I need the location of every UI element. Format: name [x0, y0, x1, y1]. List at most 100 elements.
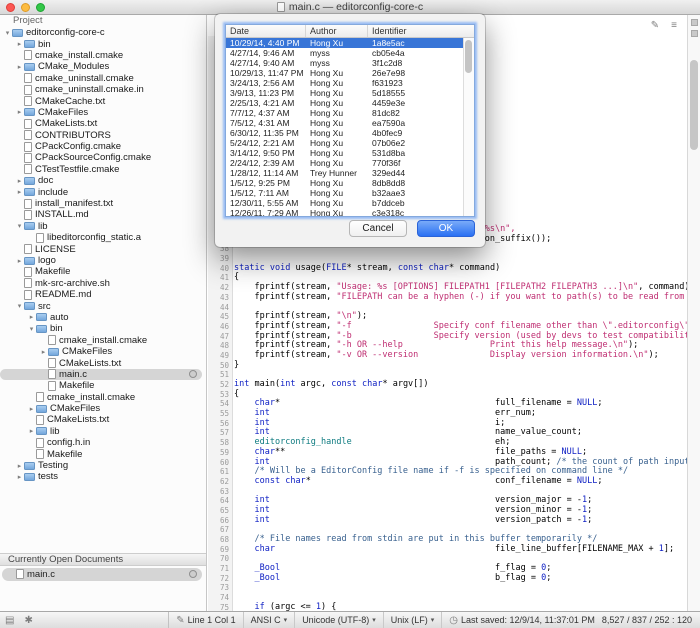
chevron-right-icon[interactable]: ▸	[15, 473, 24, 481]
chevron-down-icon[interactable]: ▾	[15, 302, 24, 310]
revision-row[interactable]: 3/9/13, 11:23 PMHong Xu5d18555	[226, 88, 463, 98]
tree-item-CMake_Modules[interactable]: ▸CMake_Modules	[0, 61, 206, 72]
tree-item-CMakeLists.txt[interactable]: CMakeLists.txt	[0, 357, 206, 368]
tree-item-CMakeFiles[interactable]: ▸CMakeFiles	[0, 107, 206, 118]
code-line[interactable]: _Bool b_flag = 0;	[234, 574, 687, 584]
tree-item-cmake_install.cmake[interactable]: cmake_install.cmake	[0, 50, 206, 61]
tree-item-cmake_uninstall.cmake.in[interactable]: cmake_uninstall.cmake.in	[0, 84, 206, 95]
tree-item-cmake_install.cmake[interactable]: cmake_install.cmake	[0, 335, 206, 346]
tree-item-auto[interactable]: ▸auto	[0, 312, 206, 323]
line-ending-popup[interactable]: Unix (LF) ▾	[384, 612, 443, 628]
revision-row[interactable]: 3/24/13, 2:56 AMHong Xuf631923	[226, 78, 463, 88]
code-line[interactable]	[234, 583, 687, 593]
code-line[interactable]: }	[234, 361, 687, 371]
revision-row[interactable]: 2/24/12, 2:39 AMHong Xu770f36f	[226, 158, 463, 168]
chevron-right-icon[interactable]: ▸	[15, 63, 24, 71]
revision-row[interactable]: 12/26/11, 7:29 AMHong Xuc3e318c	[226, 208, 463, 216]
open-indicator-dot[interactable]	[189, 570, 197, 578]
tree-item-CONTRIBUTORS[interactable]: CONTRIBUTORS	[0, 130, 206, 141]
revision-row[interactable]: 2/25/13, 4:21 AMHong Xu4459e3e	[226, 98, 463, 108]
tree-item-CTestTestfile.cmake[interactable]: CTestTestfile.cmake	[0, 164, 206, 175]
chevron-right-icon[interactable]: ▸	[15, 462, 24, 470]
split-view-icon[interactable]	[691, 30, 698, 37]
tree-item-Testing[interactable]: ▸Testing	[0, 460, 206, 471]
revision-row[interactable]: 6/30/12, 11:35 PMHong Xu4b0fec9	[226, 128, 463, 138]
code-line[interactable]: const char* conf_filename = NULL;	[234, 477, 687, 487]
ok-button[interactable]: OK	[417, 220, 475, 237]
revision-row[interactable]: 7/7/12, 4:37 AMHong Xu81dc82	[226, 108, 463, 118]
revision-row[interactable]: 1/5/12, 7:11 AMHong Xub32aae3	[226, 188, 463, 198]
table-scrollbar[interactable]	[463, 38, 474, 216]
tree-item-logo[interactable]: ▸logo	[0, 255, 206, 266]
tree-item-CMakeFiles[interactable]: ▸CMakeFiles	[0, 403, 206, 414]
open-documents-header[interactable]: Currently Open Documents	[0, 553, 206, 566]
code-line[interactable]: char file_line_buffer[FILENAME_MAX + 1];	[234, 545, 687, 555]
minimize-button[interactable]	[21, 3, 30, 12]
revision-row[interactable]: 1/5/12, 9:25 PMHong Xu8db8dd8	[226, 178, 463, 188]
code-line[interactable]: fprintf(stream, "FILEPATH can be a hyphe…	[234, 293, 687, 303]
code-line[interactable]: int version_patch = -1;	[234, 516, 687, 526]
tree-item-editorconfig-core-c[interactable]: ▾editorconfig-core-c	[0, 27, 206, 38]
chevron-down-icon[interactable]: ▾	[3, 29, 12, 37]
revision-row[interactable]: 12/30/11, 5:55 AMHong Xub7ddceb	[226, 198, 463, 208]
revision-row[interactable]: 4/27/14, 9:46 AMmysscb05e4a	[226, 48, 463, 58]
editor-scrollbar[interactable]	[687, 15, 700, 611]
tree-item-bin[interactable]: ▾bin	[0, 323, 206, 334]
tree-item-CMakeCache.txt[interactable]: CMakeCache.txt	[0, 95, 206, 106]
open-document-item[interactable]: main.c	[2, 568, 202, 581]
zoom-button[interactable]	[36, 3, 45, 12]
grid-icon[interactable]: ▤	[5, 615, 14, 626]
revision-row[interactable]: 10/29/13, 11:47 PMHong Xu26e7e98	[226, 68, 463, 78]
tree-item-tests[interactable]: ▸tests	[0, 471, 206, 482]
close-button[interactable]	[6, 3, 15, 12]
tree-item-doc[interactable]: ▸doc	[0, 175, 206, 186]
chevron-right-icon[interactable]: ▸	[15, 108, 24, 116]
revision-row[interactable]: 7/5/12, 4:31 AMHong Xuea7590a	[226, 118, 463, 128]
tree-item-Makefile[interactable]: Makefile	[0, 266, 206, 277]
revision-row[interactable]: 4/27/14, 9:40 AMmyss3f1c2d8	[226, 58, 463, 68]
tree-item-lib[interactable]: ▾lib	[0, 221, 206, 232]
code-line[interactable]: int main(int argc, const char* argv[])	[234, 380, 687, 390]
tree-item-Makefile[interactable]: Makefile	[0, 380, 206, 391]
encoding-popup[interactable]: Unicode (UTF-8) ▾	[295, 612, 384, 628]
marker-icon[interactable]	[691, 19, 698, 26]
chevron-right-icon[interactable]: ▸	[15, 188, 24, 196]
tree-item-INSTALL.md[interactable]: INSTALL.md	[0, 209, 206, 220]
chevron-right-icon[interactable]: ▸	[27, 313, 36, 321]
cancel-button[interactable]: Cancel	[349, 220, 407, 237]
code-line[interactable]: if (argc <= 1) {	[234, 603, 687, 611]
chevron-right-icon[interactable]: ▸	[27, 405, 36, 413]
column-header-author[interactable]: Author	[306, 25, 368, 37]
revision-row[interactable]: 10/29/14, 4:40 PMHong Xu1a8e5ac	[226, 38, 463, 48]
column-header-identifier[interactable]: Identifier	[368, 25, 474, 37]
chevron-right-icon[interactable]: ▸	[15, 40, 24, 48]
code-line[interactable]: fprintf(stream, "-v OR --version Display…	[234, 351, 687, 361]
tree-item-bin[interactable]: ▸bin	[0, 38, 206, 49]
tree-item-CMakeLists.txt[interactable]: CMakeLists.txt	[0, 118, 206, 129]
column-header-date[interactable]: Date	[226, 25, 306, 37]
gear-icon[interactable]: ✱	[24, 615, 32, 626]
chevron-right-icon[interactable]: ▸	[15, 177, 24, 185]
table-scrollbar-thumb[interactable]	[465, 40, 472, 73]
pencil-icon[interactable]: ✎	[651, 20, 659, 31]
tree-item-config.h.in[interactable]: config.h.in	[0, 437, 206, 448]
tree-item-Makefile[interactable]: Makefile	[0, 448, 206, 459]
revision-row[interactable]: 1/28/12, 11:14 AMTrey Hunner329ed44	[226, 168, 463, 178]
chevron-down-icon[interactable]: ▾	[15, 222, 24, 230]
tree-item-CMakeLists.txt[interactable]: CMakeLists.txt	[0, 414, 206, 425]
tree-item-cmake_install.cmake[interactable]: cmake_install.cmake	[0, 392, 206, 403]
tree-item-README.md[interactable]: README.md	[0, 289, 206, 300]
tree-item-main.c[interactable]: main.c	[0, 369, 202, 380]
language-popup[interactable]: ANSI C ▾	[244, 612, 296, 628]
open-indicator-dot[interactable]	[189, 370, 197, 378]
scrollbar-thumb[interactable]	[690, 60, 698, 150]
tree-item-LICENSE[interactable]: LICENSE	[0, 243, 206, 254]
tree-item-CPackSourceConfig.cmake[interactable]: CPackSourceConfig.cmake	[0, 152, 206, 163]
project-tree[interactable]: ▾editorconfig-core-c▸bincmake_install.cm…	[0, 27, 206, 483]
code-line[interactable]: static void usage(FILE* stream, const ch…	[234, 264, 687, 274]
revision-row[interactable]: 3/14/12, 9:50 PMHong Xu531d8ba	[226, 148, 463, 158]
chevron-right-icon[interactable]: ▸	[39, 348, 48, 356]
tree-item-libeditorconfig_static.a[interactable]: libeditorconfig_static.a	[0, 232, 206, 243]
tree-item-cmake_uninstall.cmake[interactable]: cmake_uninstall.cmake	[0, 73, 206, 84]
revision-rows[interactable]: 10/29/14, 4:40 PMHong Xu1a8e5ac4/27/14, …	[226, 38, 463, 216]
